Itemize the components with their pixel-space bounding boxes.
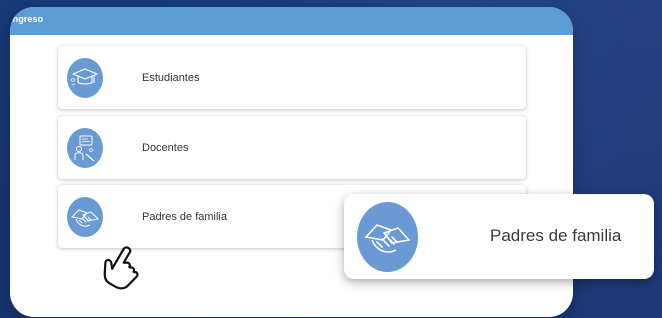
role-label-estudiantes: Estudiantes <box>142 72 200 84</box>
handshake-icon <box>67 197 103 237</box>
role-label-padres-de-familia: Padres de familia <box>142 211 227 223</box>
graduation-cap-icon <box>67 58 103 98</box>
role-card-estudiantes[interactable]: Estudiantes <box>58 46 526 109</box>
hand-pointer-icon <box>100 243 146 293</box>
app-header-title: Ingreso <box>10 14 44 24</box>
zoom-callout-label: Padres de familia <box>490 226 622 245</box>
app-header: Ingreso <box>10 7 573 35</box>
teacher-icon <box>67 128 103 168</box>
role-card-docentes[interactable]: Docentes <box>58 116 526 179</box>
zoom-callout: Padres de familia <box>344 194 654 279</box>
handshake-icon <box>357 202 418 272</box>
role-label-docentes: Docentes <box>142 142 189 154</box>
